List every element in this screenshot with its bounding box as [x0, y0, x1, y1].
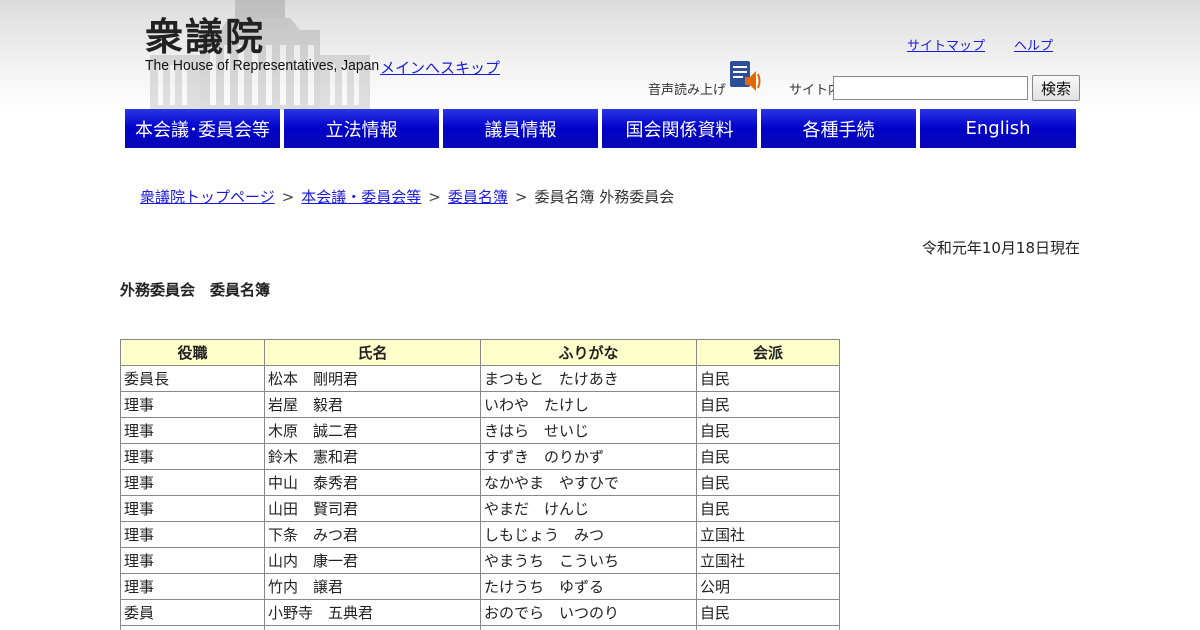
nav-legislation[interactable]: 立法情報 [284, 109, 439, 148]
sitemap-link[interactable]: サイトマップ [907, 35, 985, 54]
cell-name: 小野寺 五典君 [264, 599, 481, 626]
cell-faction: 自民 [696, 391, 840, 418]
nav-diet-materials[interactable]: 国会関係資料 [602, 109, 757, 148]
table-row: 理事 竹内 譲君 たけうち ゆずる 公明 [120, 573, 840, 600]
cell-name: 岩屋 毅君 [264, 391, 481, 418]
table-row: 理事 山内 康一君 やまうち こういち 立国社 [120, 547, 840, 574]
cell-name [264, 625, 481, 630]
nav-plenary-committees[interactable]: 本会議･委員会等 [125, 109, 280, 148]
cell-furigana: しもじょう みつ [480, 521, 697, 548]
column-header-position: 役職 [120, 339, 265, 366]
cell-position: 理事 [120, 521, 265, 548]
logo-english[interactable]: The House of Representatives, Japan [145, 57, 379, 74]
cell-furigana [480, 625, 697, 630]
cell-name: 鈴木 憲和君 [264, 443, 481, 470]
cell-furigana: なかやま やすひで [480, 469, 697, 496]
cell-furigana: おのでら いつのり [480, 599, 697, 626]
table-row: 理事 中山 泰秀君 なかやま やすひで 自民 [120, 469, 840, 496]
cell-position: 理事 [120, 391, 265, 418]
breadcrumb-link-roster[interactable]: 委員名簿 [448, 188, 508, 206]
breadcrumb: 衆議院トップページ > 本会議・委員会等 > 委員名簿 > 委員名簿 外務委員会 [140, 186, 674, 207]
column-header-faction: 会派 [696, 339, 840, 366]
cell-name: 木原 誠二君 [264, 417, 481, 444]
breadcrumb-current: 委員名簿 外務委員会 [534, 188, 675, 206]
table-row: 理事 木原 誠二君 きはら せいじ 自民 [120, 417, 840, 444]
column-header-furigana: ふりがな [480, 339, 697, 366]
site-header: 衆議院 The House of Representatives, Japan … [0, 0, 1200, 110]
cell-position: 理事 [120, 495, 265, 522]
as-of-date: 令和元年10月18日現在 [921, 239, 1080, 257]
search-button[interactable]: 検索 [1032, 75, 1080, 101]
cell-position: 委員長 [120, 365, 265, 392]
text-to-speech-label[interactable]: 音声読み上げ [648, 79, 726, 98]
table-row: 理事 山田 賢司君 やまだ けんじ 自民 [120, 495, 840, 522]
table-row: 理事 下条 みつ君 しもじょう みつ 立国社 [120, 521, 840, 548]
cell-position: 理事 [120, 573, 265, 600]
page-title: 外務委員会 委員名簿 [120, 281, 271, 299]
cell-faction: 自民 [696, 469, 840, 496]
cell-faction: 公明 [696, 573, 840, 600]
cell-name: 中山 泰秀君 [264, 469, 481, 496]
cell-position: 理事 [120, 469, 265, 496]
site-search-label: サイト内検索 [789, 83, 833, 98]
cell-position: 理事 [120, 443, 265, 470]
cell-faction: 立国社 [696, 547, 840, 574]
committee-roster-table: 役職 氏名 ふりがな 会派 委員長 松本 剛明君 まつもと たけあき 自民 理事 岩屋 … [120, 339, 840, 630]
cell-furigana: やまうち こういち [480, 547, 697, 574]
breadcrumb-link-top[interactable]: 衆議院トップページ [140, 188, 275, 206]
skip-to-main-link[interactable]: メインへスキップ [380, 57, 500, 78]
cell-name: 松本 剛明君 [264, 365, 481, 392]
cell-faction: 自民 [696, 417, 840, 444]
main-nav: 本会議･委員会等 立法情報 議員情報 国会関係資料 各種手続 English [125, 109, 1076, 148]
table-row: 委員 小野寺 五典君 おのでら いつのり 自民 [120, 599, 840, 626]
cell-furigana: すずき のりかず [480, 443, 697, 470]
help-link[interactable]: ヘルプ [1014, 35, 1053, 54]
cell-furigana: まつもと たけあき [480, 365, 697, 392]
table-header-row: 役職 氏名 ふりがな 会派 [120, 339, 840, 366]
cell-furigana: いわや たけし [480, 391, 697, 418]
table-row [120, 625, 840, 630]
breadcrumb-separator: > [428, 188, 441, 206]
cell-furigana: やまだ けんじ [480, 495, 697, 522]
nav-procedures[interactable]: 各種手続 [761, 109, 916, 148]
cell-position: 委員 [120, 599, 265, 626]
cell-name: 山内 康一君 [264, 547, 481, 574]
cell-furigana: きはら せいじ [480, 417, 697, 444]
cell-faction: 立国社 [696, 521, 840, 548]
cell-position: 理事 [120, 547, 265, 574]
breadcrumb-link-plenary[interactable]: 本会議・委員会等 [301, 188, 421, 206]
table-row: 理事 鈴木 憲和君 すずき のりかず 自民 [120, 443, 840, 470]
cell-position: 理事 [120, 417, 265, 444]
cell-name: 下条 みつ君 [264, 521, 481, 548]
cell-furigana: たけうち ゆずる [480, 573, 697, 600]
logo-japanese[interactable]: 衆議院 [145, 6, 265, 61]
cell-name: 竹内 譲君 [264, 573, 481, 600]
table-row: 理事 岩屋 毅君 いわや たけし 自民 [120, 391, 840, 418]
cell-position [120, 625, 265, 630]
cell-faction: 自民 [696, 599, 840, 626]
breadcrumb-separator: > [514, 188, 528, 206]
cell-name: 山田 賢司君 [264, 495, 481, 522]
cell-faction [696, 625, 840, 630]
column-header-name: 氏名 [264, 339, 481, 366]
cell-faction: 自民 [696, 365, 840, 392]
text-to-speech-icon[interactable] [728, 60, 762, 92]
nav-members[interactable]: 議員情報 [443, 109, 598, 148]
cell-faction: 自民 [696, 495, 840, 522]
cell-faction: 自民 [696, 443, 840, 470]
nav-english[interactable]: English [920, 109, 1076, 148]
breadcrumb-separator: > [281, 188, 295, 206]
table-row: 委員長 松本 剛明君 まつもと たけあき 自民 [120, 365, 840, 392]
site-search-input[interactable] [833, 76, 1028, 100]
